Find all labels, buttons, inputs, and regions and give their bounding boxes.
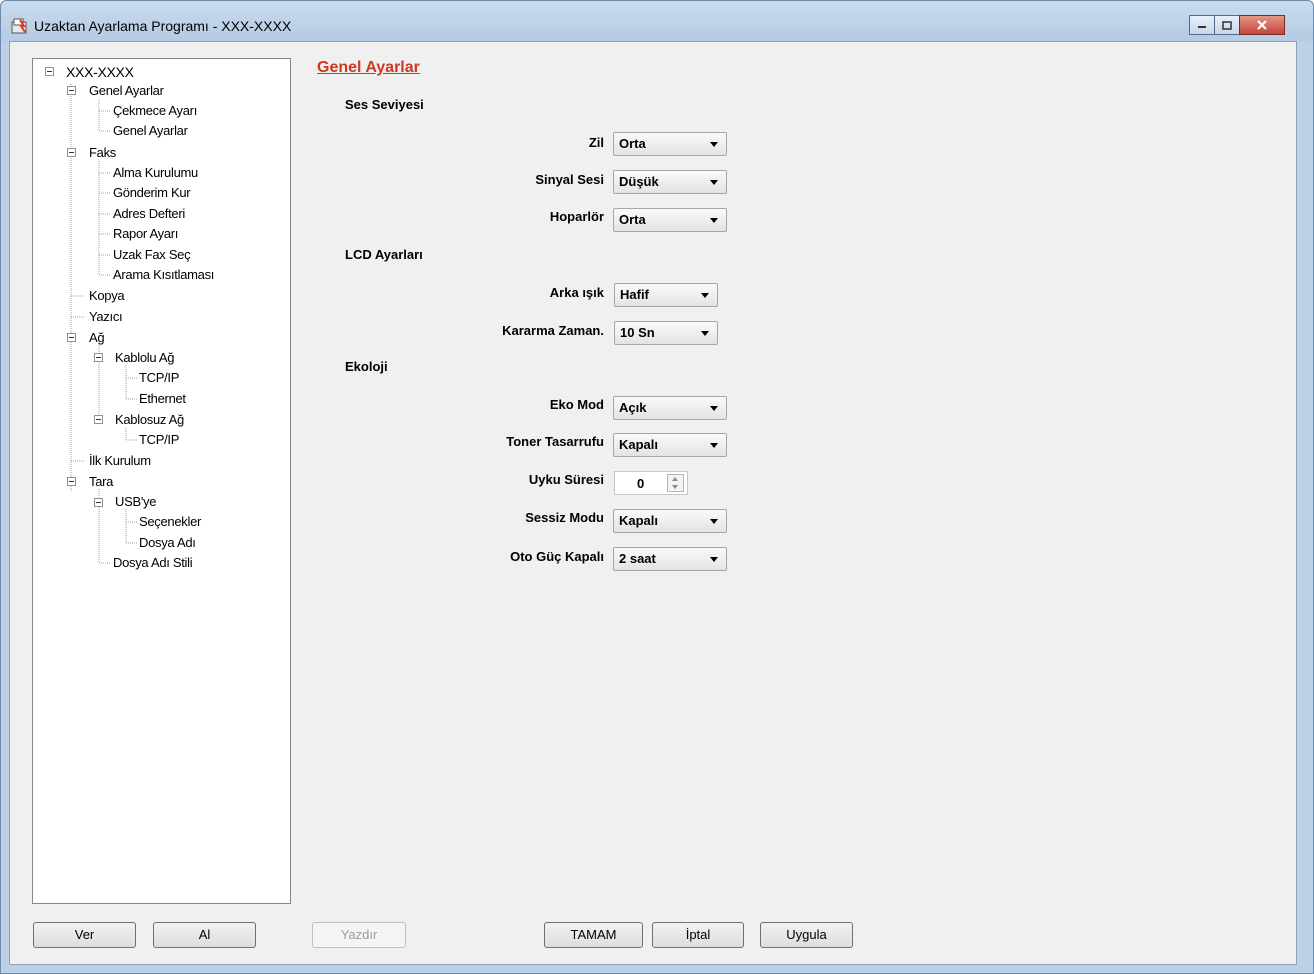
window-controls bbox=[1189, 15, 1285, 37]
hoparlor-value: Orta bbox=[619, 212, 646, 227]
tree-node-cekmece-ayari[interactable]: Çekmece Ayarı bbox=[113, 103, 197, 119]
tree-node-gonderim-kur[interactable]: Gönderim Kur bbox=[113, 185, 191, 201]
eko-mod-value: Açık bbox=[619, 400, 647, 415]
sessiz-modu-select[interactable]: Kapalı bbox=[613, 509, 727, 533]
chevron-down-icon bbox=[701, 293, 709, 298]
close-icon bbox=[1257, 20, 1267, 30]
label-oto-guc-kapali: Oto Güç Kapalı bbox=[510, 549, 604, 564]
minimize-icon bbox=[1198, 26, 1206, 28]
maximize-icon bbox=[1222, 20, 1232, 30]
tree-node-kablolu-ag[interactable]: Kablolu Ağ bbox=[115, 350, 174, 366]
section-title: Genel Ayarlar bbox=[317, 59, 420, 76]
label-sinyal-sesi: Sinyal Sesi bbox=[535, 172, 604, 187]
label-toner-tasarrufu: Toner Tasarrufu bbox=[506, 434, 604, 449]
close-button[interactable] bbox=[1239, 15, 1285, 35]
tree-node-ilk-kurulum[interactable]: İlk Kurulum bbox=[89, 453, 151, 469]
al-button[interactable]: Al bbox=[153, 922, 256, 948]
zil-select[interactable]: Orta bbox=[613, 132, 727, 156]
tree-node-rapor-ayari[interactable]: Rapor Ayarı bbox=[113, 226, 178, 242]
tree-node-ethernet[interactable]: Ethernet bbox=[139, 391, 186, 407]
oto-guc-kapali-select[interactable]: 2 saat bbox=[613, 547, 727, 571]
tree-node-genel-ayarlar[interactable]: Genel Ayarlar bbox=[89, 83, 164, 99]
chevron-down-icon bbox=[710, 557, 718, 562]
tree-node-dosya-adi[interactable]: Dosya Adı bbox=[139, 535, 196, 551]
tree-node-tcpip-wired[interactable]: TCP/IP bbox=[139, 370, 179, 386]
tree-node-faks[interactable]: Faks bbox=[89, 145, 116, 161]
sessiz-modu-value: Kapalı bbox=[619, 513, 659, 528]
group-ekoloji: Ekoloji bbox=[345, 359, 388, 374]
app-window: Uzaktan Ayarlama Programı - XXX-XXXX XXX… bbox=[0, 0, 1314, 974]
app-icon bbox=[11, 18, 27, 34]
tree-node-uzak-fax-sec[interactable]: Uzak Fax Seç bbox=[113, 247, 191, 263]
title-bar[interactable]: Uzaktan Ayarlama Programı - XXX-XXXX bbox=[1, 1, 1313, 41]
ver-button[interactable]: Ver bbox=[33, 922, 136, 948]
group-lcd-ayarlari: LCD Ayarları bbox=[345, 247, 423, 262]
label-zil: Zil bbox=[588, 135, 604, 150]
sinyal-sesi-select[interactable]: Düşük bbox=[613, 170, 727, 194]
dialog-client-area: XXX-XXXX Genel Ayarlar Çekmece Ayarı Gen… bbox=[9, 41, 1297, 965]
tree-node-kablosuz-ag[interactable]: Kablosuz Ağ bbox=[115, 412, 184, 428]
tree-node-genel-ayarlar-sub[interactable]: Genel Ayarlar bbox=[113, 123, 188, 139]
label-arka-isik: Arka ışık bbox=[549, 285, 604, 300]
maximize-button[interactable] bbox=[1214, 15, 1240, 35]
chevron-down-icon bbox=[710, 180, 718, 185]
tree-node-secenekler[interactable]: Seçenekler bbox=[139, 514, 201, 530]
uygula-button[interactable]: Uygula bbox=[760, 922, 853, 948]
tree-node-kopya[interactable]: Kopya bbox=[89, 288, 125, 304]
tree-node-usbye[interactable]: USB'ye bbox=[115, 494, 156, 510]
minimize-button[interactable] bbox=[1189, 15, 1215, 35]
oto-guc-kapali-value: 2 saat bbox=[619, 551, 656, 566]
chevron-down-icon bbox=[710, 142, 718, 147]
tree-node-tcpip-wireless[interactable]: TCP/IP bbox=[139, 432, 179, 448]
spinner-buttons[interactable] bbox=[667, 474, 684, 492]
chevron-down-icon bbox=[710, 443, 718, 448]
iptal-button[interactable]: İptal bbox=[652, 922, 744, 948]
zil-value: Orta bbox=[619, 136, 646, 151]
tree-node-alma-kurulumu[interactable]: Alma Kurulumu bbox=[113, 165, 198, 181]
label-hoparlor: Hoparlör bbox=[549, 209, 604, 224]
tree-node-dosya-adi-stili[interactable]: Dosya Adı Stili bbox=[113, 555, 193, 571]
tree-node-yazici[interactable]: Yazıcı bbox=[89, 309, 123, 325]
settings-tree[interactable]: XXX-XXXX Genel Ayarlar Çekmece Ayarı Gen… bbox=[32, 58, 291, 904]
chevron-down-icon bbox=[710, 406, 718, 411]
spin-up-icon[interactable] bbox=[672, 477, 678, 481]
window-title: Uzaktan Ayarlama Programı - XXX-XXXX bbox=[34, 18, 292, 34]
kararma-zaman-select[interactable]: 10 Sn bbox=[614, 321, 718, 345]
toner-tasarrufu-value: Kapalı bbox=[619, 437, 659, 452]
hoparlor-select[interactable]: Orta bbox=[613, 208, 727, 232]
sinyal-sesi-value: Düşük bbox=[619, 174, 659, 189]
arka-isik-value: Hafif bbox=[620, 287, 649, 302]
label-sessiz-modu: Sessiz Modu bbox=[525, 510, 604, 525]
tree-node-tara[interactable]: Tara bbox=[89, 474, 113, 490]
label-eko-mod: Eko Mod bbox=[549, 397, 604, 412]
tree-node-adres-defteri[interactable]: Adres Defteri bbox=[113, 206, 185, 222]
tree-node-ag[interactable]: Ağ bbox=[89, 330, 105, 346]
chevron-down-icon bbox=[701, 331, 709, 336]
yazdir-button[interactable]: Yazdır bbox=[312, 922, 406, 948]
kararma-zaman-value: 10 Sn bbox=[620, 325, 655, 340]
tree-node-arama-kisitlamasi[interactable]: Arama Kısıtlaması bbox=[113, 267, 214, 283]
chevron-down-icon bbox=[710, 218, 718, 223]
group-ses-seviyesi: Ses Seviyesi bbox=[345, 97, 424, 112]
tree-node-root[interactable]: XXX-XXXX bbox=[66, 64, 134, 80]
uyku-suresi-value: 0 bbox=[637, 476, 645, 491]
chevron-down-icon bbox=[710, 519, 718, 524]
label-kararma-zaman: Kararma Zaman. bbox=[502, 323, 604, 338]
arka-isik-select[interactable]: Hafif bbox=[614, 283, 718, 307]
label-uyku-suresi: Uyku Süresi bbox=[528, 472, 604, 487]
uyku-suresi-spinner[interactable]: 0 bbox=[614, 471, 688, 495]
eko-mod-select[interactable]: Açık bbox=[613, 396, 727, 420]
tamam-button[interactable]: TAMAM bbox=[544, 922, 643, 948]
spin-down-icon[interactable] bbox=[672, 485, 678, 489]
toner-tasarrufu-select[interactable]: Kapalı bbox=[613, 433, 727, 457]
